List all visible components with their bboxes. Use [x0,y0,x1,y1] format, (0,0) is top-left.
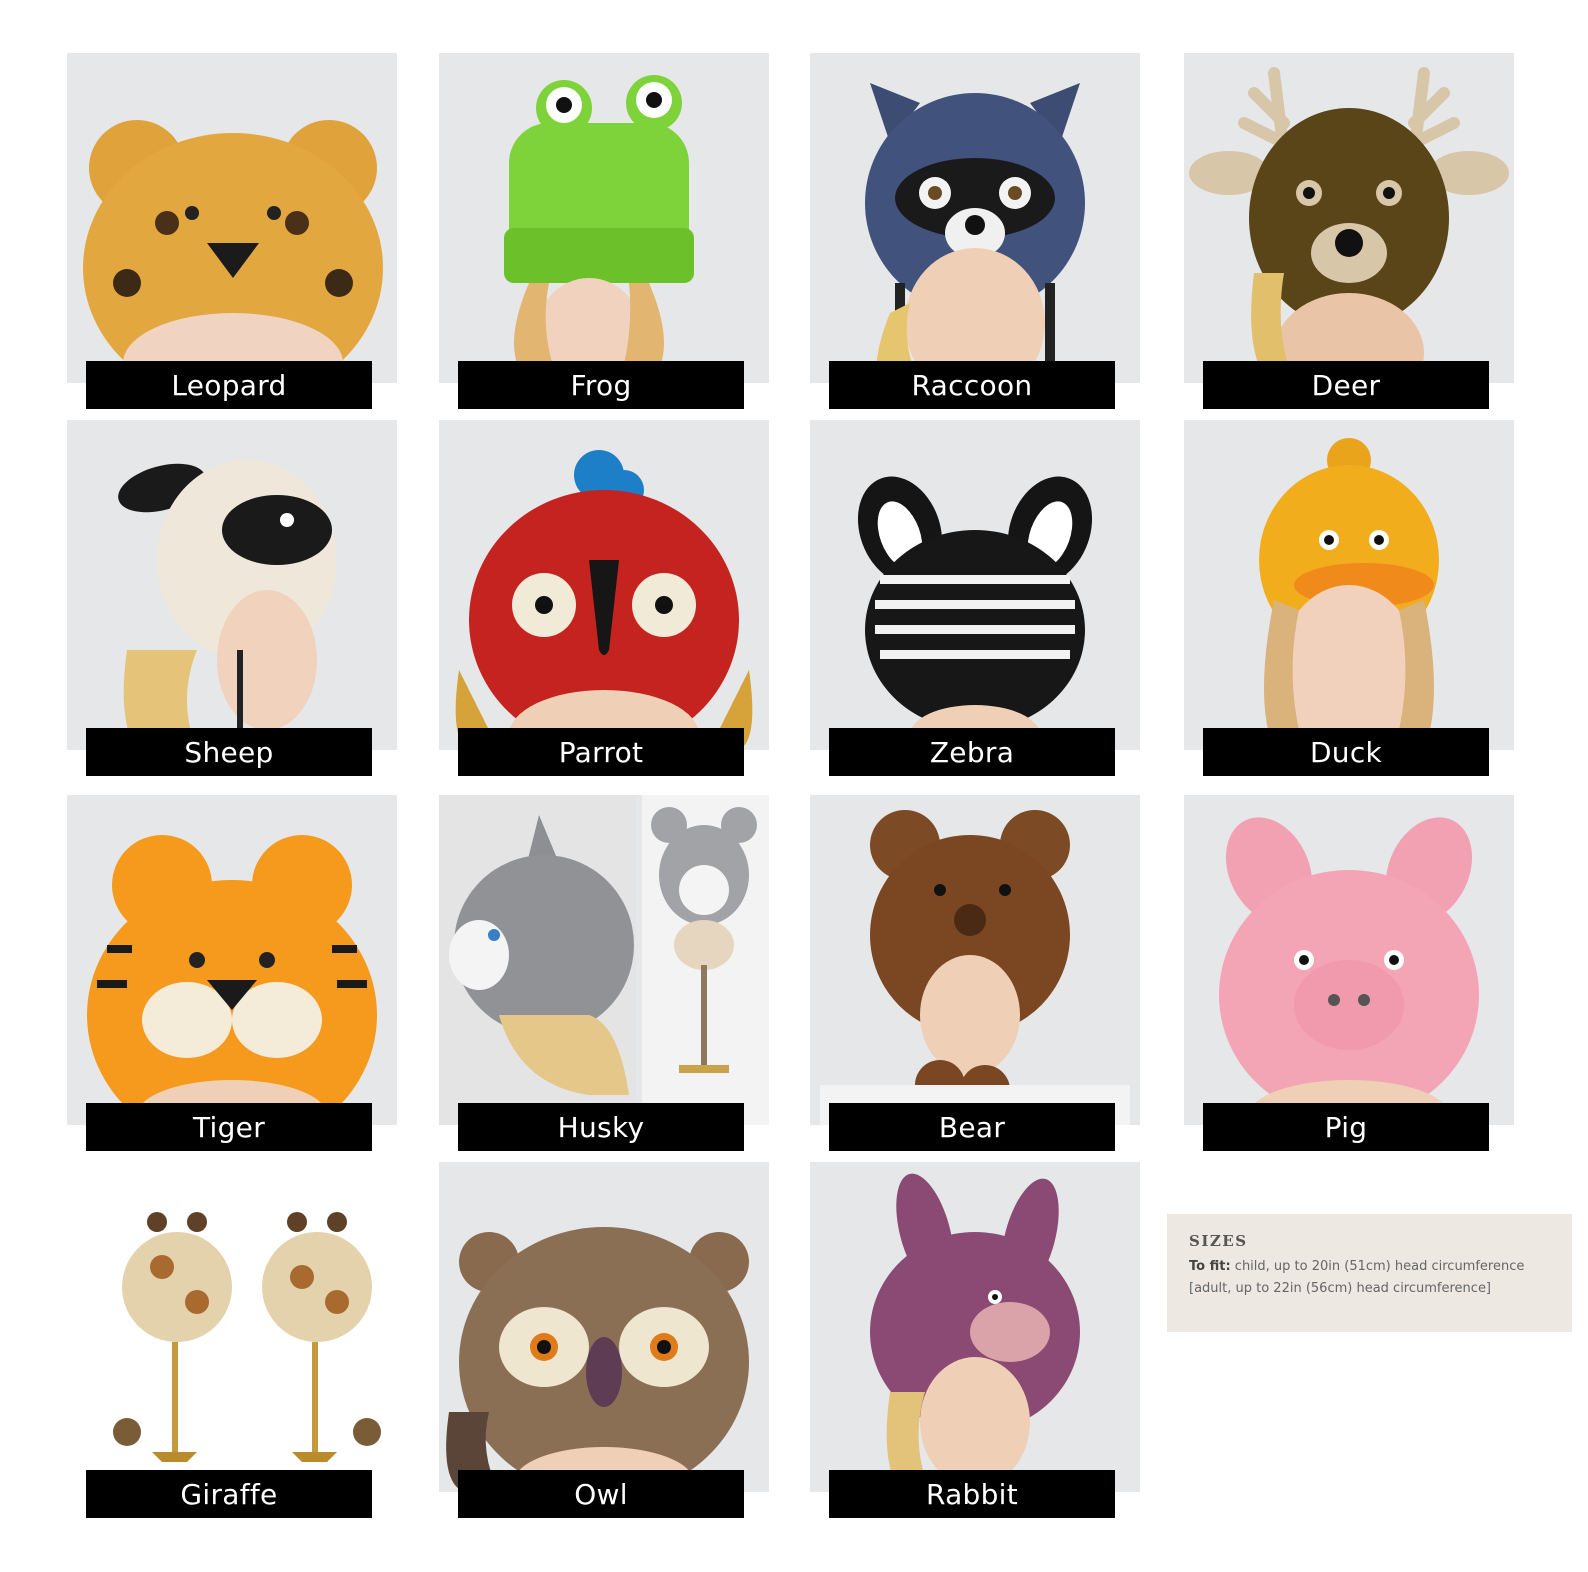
sizes-adult-line: [adult, up to 22in (56cm) head circumfer… [1189,1281,1492,1296]
raccoon-hat-photo [810,53,1140,383]
hat-card-pig: Pig [1184,795,1514,1151]
hat-label: Parrot [458,728,744,776]
sizes-child-line: To fit: child, up to 20in (51cm) head ci… [1189,1256,1550,1278]
sheep-hat-photo [67,420,397,750]
frog-hat-photo [439,53,769,383]
hat-card-zebra: Zebra [810,420,1140,776]
hat-card-tiger: Tiger [67,795,397,1151]
owl-hat-photo [439,1162,769,1492]
hat-label: Tiger [86,1103,372,1151]
rabbit-hat-photo [810,1162,1140,1492]
hat-card-frog: Frog [439,53,769,409]
hat-card-husky: Husky [439,795,769,1151]
husky-hat-photo [439,795,769,1125]
hat-label: Pig [1203,1103,1489,1151]
hat-label: Duck [1203,728,1489,776]
hat-label: Owl [458,1470,744,1518]
hat-card-sheep: Sheep [67,420,397,776]
hat-label: Giraffe [86,1470,372,1518]
hat-label: Bear [829,1103,1115,1151]
hat-card-duck: Duck [1184,420,1514,776]
hat-card-deer: Deer [1184,53,1514,409]
pig-hat-photo [1184,795,1514,1125]
bear-hat-photo [810,795,1140,1125]
duck-hat-photo [1184,420,1514,750]
sizes-heading: SIZES [1189,1232,1248,1250]
hat-card-raccoon: Raccoon [810,53,1140,409]
hat-card-rabbit: Rabbit [810,1162,1140,1518]
zebra-hat-photo [810,420,1140,750]
hat-card-owl: Owl [439,1162,769,1518]
hat-label: Deer [1203,361,1489,409]
deer-hat-photo [1184,53,1514,383]
hat-label: Leopard [86,361,372,409]
hat-card-leopard: Leopard [67,53,397,409]
tiger-hat-photo [67,795,397,1125]
hat-card-giraffe: Giraffe [67,1162,397,1518]
sizes-fit-label: To fit: [1189,1259,1231,1274]
giraffe-hat-photo [67,1162,397,1492]
hat-label: Sheep [86,728,372,776]
sizes-child-text: child, up to 20in (51cm) head circumfere… [1234,1259,1525,1274]
parrot-hat-photo [439,420,769,750]
hat-card-bear: Bear [810,795,1140,1151]
leopard-hat-photo [67,53,397,383]
hat-label: Raccoon [829,361,1115,409]
sizes-info-box: SIZES To fit: child, up to 20in (51cm) h… [1167,1214,1572,1332]
hat-label: Husky [458,1103,744,1151]
hat-card-parrot: Parrot [439,420,769,776]
hat-label: Zebra [829,728,1115,776]
hat-label: Rabbit [829,1470,1115,1518]
hat-label: Frog [458,361,744,409]
